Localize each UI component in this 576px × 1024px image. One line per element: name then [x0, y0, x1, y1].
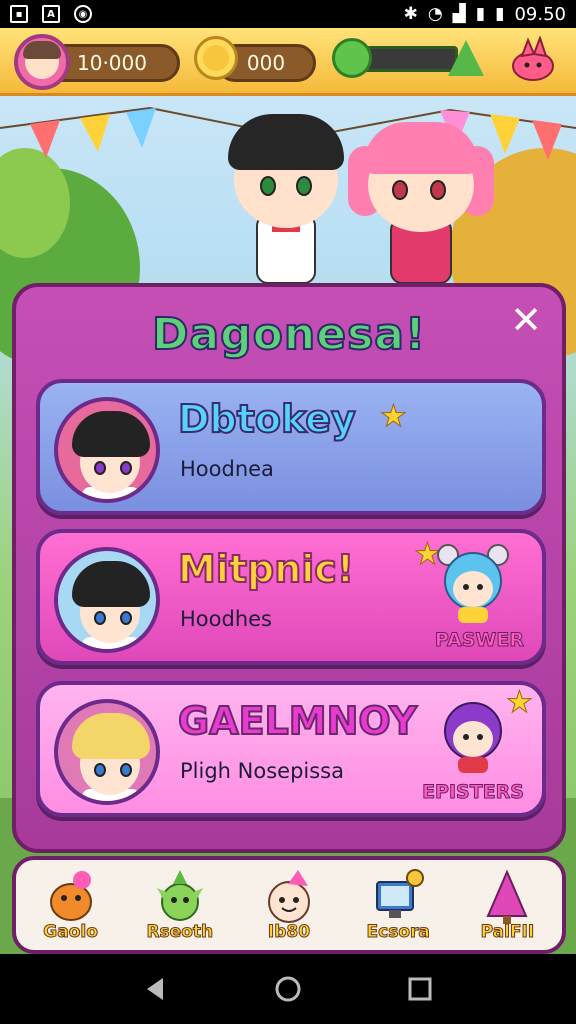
notification-icon: ▪ — [10, 5, 28, 23]
tree-icon — [486, 869, 528, 924]
resource-bar: 10·000 000 — [0, 28, 576, 96]
nav-label: Rseoth — [146, 922, 214, 943]
computer-icon — [376, 869, 425, 918]
character-card-3[interactable]: GAELMNOY Pligh Nosepissa ★ EPISTERS — [36, 681, 546, 817]
nav-label: Ecsora — [366, 922, 430, 943]
purple-hair-girl-icon — [444, 702, 502, 773]
signal-icon: ▟ — [452, 4, 466, 24]
character-girl — [348, 118, 494, 288]
wifi-icon: ◔ — [427, 4, 443, 24]
character-boy — [226, 110, 346, 290]
card-badge: PASWER — [434, 629, 524, 652]
energy-icon — [332, 38, 372, 78]
battery-icon: ▮ — [475, 4, 486, 24]
nav-label: PalFII — [480, 922, 535, 943]
system-nav-bar — [0, 954, 576, 1024]
card-subtitle: Hoodnea — [180, 457, 274, 481]
app-icon: A — [42, 5, 60, 23]
sync-icon: ◉ — [74, 5, 92, 23]
character-avatar — [54, 699, 160, 805]
card-title: GAELMNOY — [177, 698, 418, 744]
card-title: Mitpnic! — [177, 546, 355, 592]
bear-girl-icon — [437, 544, 509, 623]
creature-menu-icon[interactable] — [508, 36, 558, 84]
nav-item-rseoth[interactable]: Rseoth — [125, 860, 234, 950]
nav-item-ecsora[interactable]: Ecsora — [344, 860, 453, 950]
plant-icon — [448, 40, 484, 76]
card-title: Dbtokey — [177, 396, 357, 442]
nav-item-gaolo[interactable]: Gaolo — [16, 860, 125, 950]
bottom-nav: Gaolo Rseoth Ib80 Ecsora PalFII — [12, 856, 566, 954]
profile-avatar[interactable] — [14, 34, 70, 90]
battery-icon-2: ▮ — [495, 4, 505, 24]
star-icon: ★ — [380, 399, 408, 435]
character-avatar — [54, 397, 160, 503]
dialog-title: Dagonesa! — [151, 308, 427, 361]
character-select-dialog: Dagonesa! ✕ Dbtokey ★ Hoodnea Mitpnic! H… — [12, 283, 566, 853]
clock: 09.50 — [514, 3, 566, 25]
character-card-1[interactable]: Dbtokey ★ Hoodnea — [36, 379, 546, 515]
home-icon[interactable] — [273, 974, 303, 1004]
party-face-icon — [268, 870, 310, 923]
close-button[interactable]: ✕ — [508, 301, 544, 339]
nav-label: Ib80 — [267, 922, 311, 943]
creature-icon — [49, 871, 92, 921]
energy-bar — [362, 46, 458, 72]
nav-item-palfii[interactable]: PalFII — [453, 860, 562, 950]
card-subtitle: Hoodhes — [180, 607, 272, 631]
nav-label: Gaolo — [43, 922, 99, 943]
back-icon[interactable] — [141, 974, 171, 1004]
nav-item-ib80[interactable]: Ib80 — [234, 860, 343, 950]
character-avatar — [54, 547, 160, 653]
card-subtitle: Pligh Nosepissa — [180, 759, 344, 783]
status-bar: ▪ A ◉ ✱ ◔ ▟ ▮ ▮ 09.50 — [0, 0, 576, 28]
sprout-icon — [156, 870, 203, 921]
gold-coin-icon — [194, 36, 238, 80]
bluetooth-icon: ✱ — [403, 4, 418, 24]
character-card-2[interactable]: Mitpnic! Hoodhes ★ PASWER — [36, 529, 546, 665]
card-badge: EPISTERS — [422, 781, 525, 804]
recents-icon[interactable] — [405, 974, 435, 1004]
